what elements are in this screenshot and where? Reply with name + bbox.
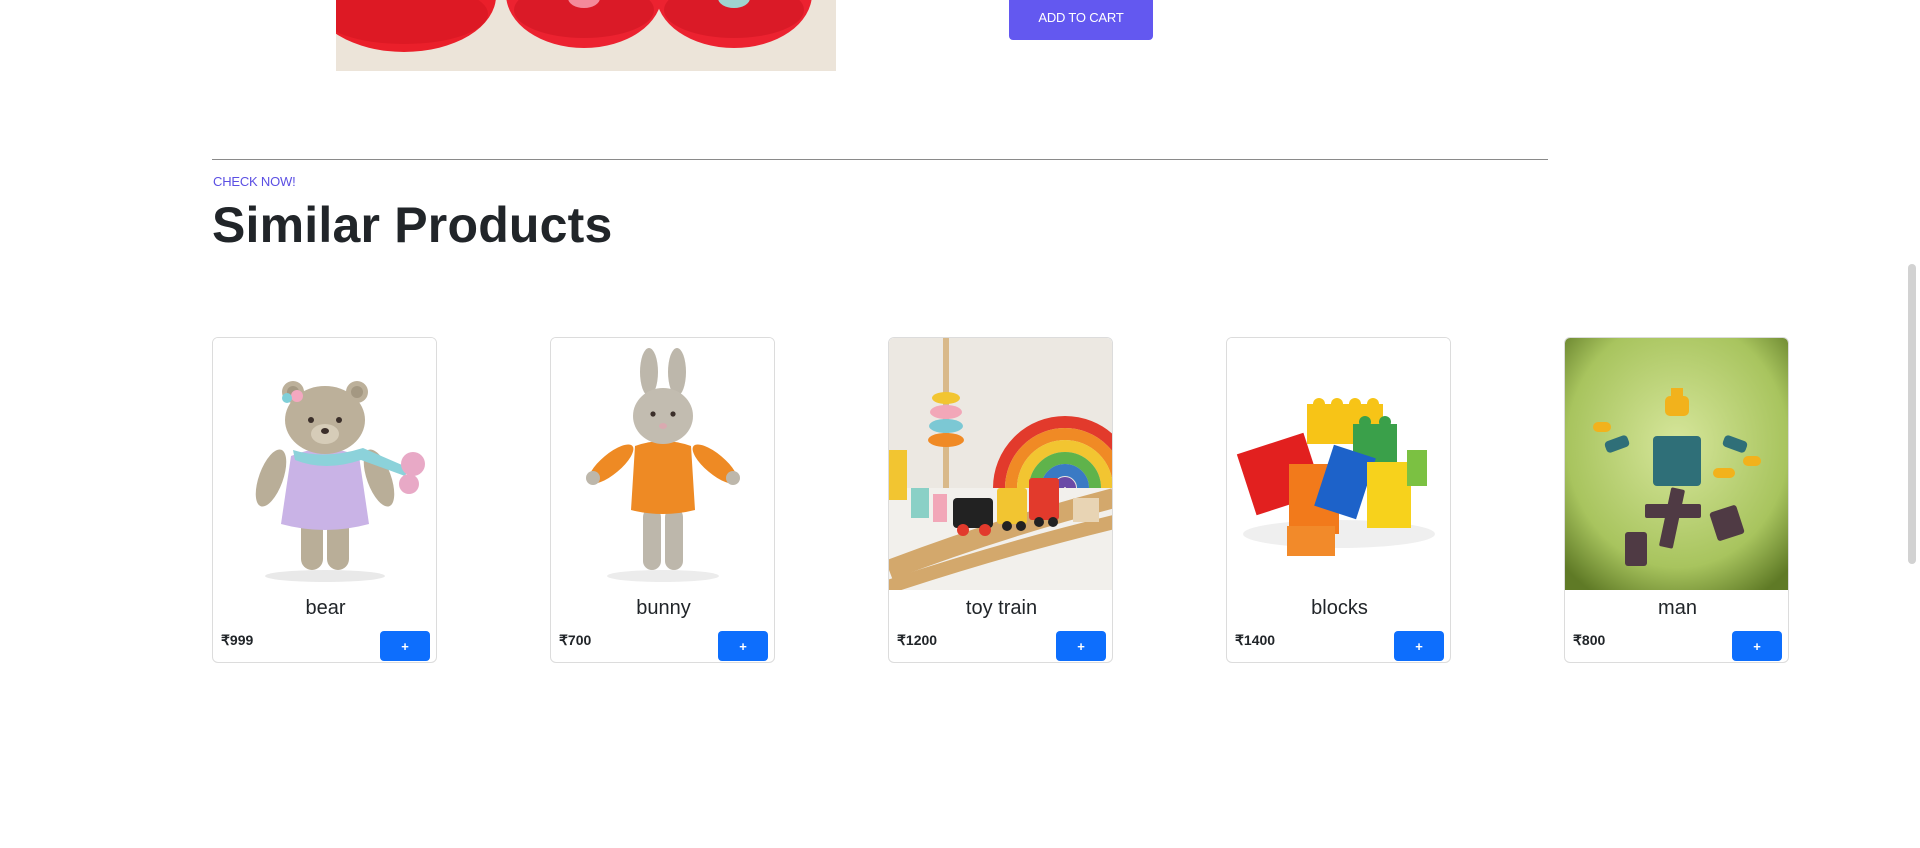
- product-image: [1565, 338, 1788, 590]
- product-card: bunny ₹700 +: [550, 337, 775, 663]
- product-price: ₹800: [1573, 632, 1606, 648]
- product-name: bear: [305, 597, 346, 619]
- page: ADD TO CART CHECK NOW! Similar Products: [0, 0, 1920, 848]
- product-price: ₹700: [559, 632, 592, 648]
- product-image: [1227, 338, 1450, 590]
- product-price: ₹999: [221, 632, 254, 648]
- product-image: [889, 338, 1112, 590]
- product-price: ₹1200: [897, 632, 938, 648]
- product-card: blocks ₹1400 +: [1226, 337, 1451, 663]
- add-button[interactable]: +: [1394, 631, 1444, 661]
- add-button[interactable]: +: [1732, 631, 1782, 661]
- product-name: man: [1658, 597, 1697, 619]
- add-button[interactable]: +: [1056, 631, 1106, 661]
- product-name: bunny: [636, 597, 691, 619]
- section-eyebrow: CHECK NOW!: [213, 174, 296, 189]
- product-card: man ₹800 +: [1564, 337, 1789, 663]
- scrollbar-thumb[interactable]: [1908, 264, 1916, 564]
- product-price: ₹1400: [1235, 632, 1276, 648]
- product-card: toy train ₹1200 +: [888, 337, 1113, 663]
- product-name: blocks: [1311, 597, 1368, 619]
- product-image: [336, 0, 836, 71]
- section-title: Similar Products: [212, 197, 613, 253]
- vertical-scrollbar[interactable]: [1904, 0, 1920, 848]
- product-image: [213, 338, 436, 590]
- add-to-cart-button[interactable]: ADD TO CART: [1009, 0, 1153, 40]
- product-image: [551, 338, 774, 590]
- section-divider: [212, 159, 1548, 160]
- product-name: toy train: [965, 597, 1038, 619]
- add-button[interactable]: +: [718, 631, 768, 661]
- similar-products-list: bear ₹999 + bunny ₹700 + toy train ₹1200…: [212, 337, 1789, 664]
- add-button[interactable]: +: [380, 631, 430, 661]
- product-card: bear ₹999 +: [212, 337, 437, 663]
